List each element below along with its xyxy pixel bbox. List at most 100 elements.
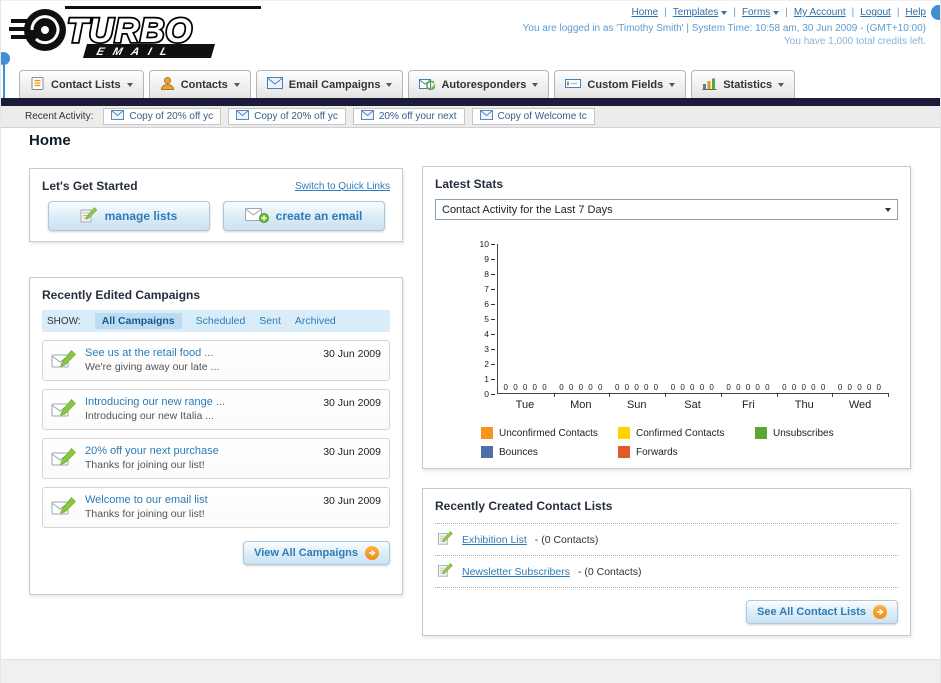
recent-activity-text: 20% off your next xyxy=(378,111,457,122)
create-email-button[interactable]: create an email xyxy=(222,201,385,231)
contact-list-item[interactable]: Exhibition List - (0 Contacts) xyxy=(435,524,898,556)
manage-lists-label: manage lists xyxy=(104,209,178,223)
tab-custom-fields[interactable]: Custom Fields xyxy=(554,70,687,98)
filter-archived[interactable]: Archived xyxy=(295,315,336,327)
stats-period-select[interactable]: Contact Activity for the Last 7 Days xyxy=(435,199,898,220)
campaign-title-link[interactable]: Introducing our new range ... xyxy=(85,396,315,408)
pencil-icon xyxy=(437,530,454,549)
tab-label: Contact Lists xyxy=(51,78,121,91)
chart-y-tick: 6 xyxy=(484,299,495,309)
contact-list-link[interactable]: Exhibition List xyxy=(462,534,527,546)
tab-label: Statistics xyxy=(723,78,773,91)
contact-list-link[interactable]: Newsletter Subscribers xyxy=(462,566,570,578)
legend-swatch-icon xyxy=(755,427,767,439)
tab-label: Email Campaigns xyxy=(288,78,381,91)
separator: | xyxy=(664,7,667,18)
chart-x-label: Sun xyxy=(626,399,647,411)
legend-entry: Unconfirmed Contacts xyxy=(481,427,618,439)
campaign-item[interactable]: Introducing our new range ... Introducin… xyxy=(42,389,390,430)
legend-label: Unsubscribes xyxy=(773,427,834,439)
tab-contact-lists[interactable]: Contact Lists xyxy=(19,70,144,98)
switch-quick-links-link[interactable]: Switch to Quick Links xyxy=(295,181,390,192)
contact-list-item[interactable]: Newsletter Subscribers - (0 Contacts) xyxy=(435,556,898,588)
chart-y-tick: 3 xyxy=(484,344,495,354)
tab-autoresponders[interactable]: Autoresponders xyxy=(408,70,550,98)
legend-entry: Bounces xyxy=(481,446,618,458)
tab-email-campaigns[interactable]: Email Campaigns xyxy=(255,70,404,98)
see-all-contact-lists-button[interactable]: See All Contact Lists xyxy=(745,600,898,624)
chart-y-tick: 9 xyxy=(484,254,495,264)
view-all-campaigns-button[interactable]: View All Campaigns xyxy=(243,541,390,565)
chart-x-label: Tue xyxy=(515,399,535,411)
email-icon xyxy=(479,110,493,123)
contact-list-detail: - (0 Contacts) xyxy=(534,533,599,546)
tab-contacts[interactable]: Contacts xyxy=(148,70,251,98)
top-link-home[interactable]: Home xyxy=(631,7,658,18)
chart-y-axis: 10 9 8 7 6 5 4 3 2 1 0 xyxy=(475,239,495,399)
campaign-item[interactable]: Welcome to our email list Thanks for joi… xyxy=(42,487,390,528)
top-link-forms[interactable]: Forms xyxy=(742,7,780,18)
turbo-email-dashboard: TURBO EMAIL Home | Templates | Forms | M… xyxy=(0,0,941,683)
chevron-down-icon xyxy=(773,10,780,15)
campaign-title-link[interactable]: Welcome to our email list xyxy=(85,494,315,506)
legend-swatch-icon xyxy=(618,427,630,439)
chevron-down-icon xyxy=(669,82,676,87)
chart-legend: Unconfirmed Contacts Confirmed Contacts Un… xyxy=(481,427,898,458)
contact-lists-title: Recently Created Contact Lists xyxy=(435,499,613,513)
main-nav: Contact Lists Contacts Email Campaigns A… xyxy=(19,70,796,98)
top-link-help[interactable]: Help xyxy=(905,7,926,18)
turbo-email-logo[interactable]: TURBO EMAIL xyxy=(7,4,275,65)
top-link-logout[interactable]: Logout xyxy=(860,7,891,18)
email-plus-icon xyxy=(244,206,269,227)
campaign-subtitle: Thanks for joining our list! xyxy=(85,508,205,520)
chart-y-tick: 0 xyxy=(484,389,495,399)
campaign-date: 30 Jun 2009 xyxy=(323,495,381,507)
tab-label: Custom Fields xyxy=(587,78,664,91)
filter-scheduled[interactable]: Scheduled xyxy=(196,315,246,327)
pencil-icon xyxy=(437,562,454,581)
right-edge-decoration-dot xyxy=(931,5,940,20)
campaign-title-link[interactable]: 20% off your next purchase xyxy=(85,445,315,457)
filter-all-campaigns[interactable]: All Campaigns xyxy=(94,313,182,329)
top-link-my-account[interactable]: My Account xyxy=(794,7,846,18)
legend-label: Confirmed Contacts xyxy=(636,427,725,439)
email-edit-icon xyxy=(51,349,77,376)
chart-bar-group: 0 0 0 0 0 xyxy=(554,244,611,397)
chart-plot: 0 0 0 0 0 0 0 0 0 0 0 0 0 0 0 0 0 0 0 0 0 0 … xyxy=(497,244,889,397)
chart-x-labels: Tue Mon Sun Sat Fri Thu Wed xyxy=(497,399,888,411)
chevron-down-icon xyxy=(885,207,891,212)
see-all-contact-lists-label: See All Contact Lists xyxy=(756,606,866,618)
legend-entry: Confirmed Contacts xyxy=(618,427,755,439)
pencil-icon xyxy=(80,206,98,227)
campaign-title-link[interactable]: See us at the retail food ... xyxy=(85,347,315,359)
get-started-title: Let's Get Started xyxy=(42,179,138,193)
campaign-item[interactable]: 20% off your next purchase Thanks for jo… xyxy=(42,438,390,479)
recent-activity-item[interactable]: Copy of 20% off yc xyxy=(103,108,222,125)
recent-activity-item[interactable]: Copy of Welcome tc xyxy=(471,108,595,125)
filter-sent[interactable]: Sent xyxy=(259,315,281,327)
tab-label: Contacts xyxy=(180,78,228,91)
email-icon xyxy=(236,110,250,123)
autoresponders-icon xyxy=(419,76,436,93)
chart-x-label: Fri xyxy=(741,399,755,411)
tab-statistics[interactable]: Statistics xyxy=(691,70,796,98)
top-link-templates[interactable]: Templates xyxy=(673,7,728,18)
campaign-item[interactable]: See us at the retail food ... We're givi… xyxy=(42,340,390,381)
recent-activity-item[interactable]: Copy of 20% off yc xyxy=(228,108,346,125)
chart-value-labels: 0 0 0 0 0 xyxy=(559,383,604,392)
top-link-label: Templates xyxy=(672,7,719,18)
separator: | xyxy=(851,7,855,18)
legend-label: Bounces xyxy=(499,446,538,458)
recent-activity-text: Copy of Welcome tc xyxy=(497,111,587,122)
legend-swatch-icon xyxy=(481,446,493,458)
contact-lists-icon xyxy=(30,76,45,94)
chart-y-tick: 10 xyxy=(480,239,495,249)
custom-fields-icon xyxy=(565,77,582,93)
tab-label: Autoresponders xyxy=(441,78,527,91)
recent-activity-item[interactable]: 20% off your next xyxy=(352,108,465,125)
recent-activity-label: Recent Activity: xyxy=(25,111,94,122)
contacts-icon xyxy=(160,76,175,94)
logo-text-secondary: EMAIL xyxy=(95,46,178,58)
manage-lists-button[interactable]: manage lists xyxy=(47,201,210,231)
chevron-down-icon xyxy=(386,82,393,87)
